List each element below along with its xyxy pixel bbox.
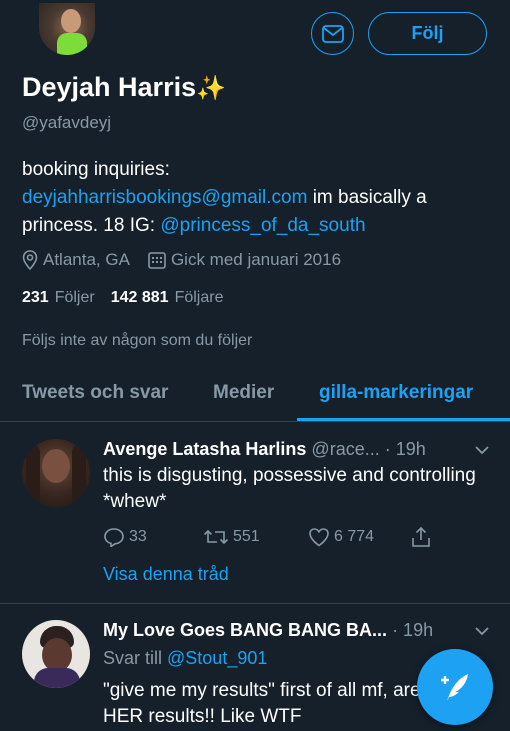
bio-email-link[interactable]: deyjahharrisbookings@gmail.com	[22, 187, 307, 208]
bio-line1: booking inquiries:	[22, 159, 170, 180]
followed-by-text: Följs inte av någon som du följer	[22, 332, 253, 349]
retweet-icon	[203, 529, 229, 545]
location: Atlanta, GA	[22, 250, 130, 270]
tweet-actions: 33 551 6 774	[103, 526, 436, 548]
following-label: Följer	[54, 289, 95, 306]
reply-to-prefix: Svar till	[103, 648, 168, 668]
reply-icon	[104, 528, 124, 547]
chevron-down-icon[interactable]	[474, 445, 490, 455]
followers-label: Följare	[174, 289, 224, 306]
profile-avatar[interactable]	[36, 0, 98, 58]
tweet-header: My Love Goes BANG BANG BA... · 19h	[103, 620, 493, 641]
bio-ig-link[interactable]: @princess_of_da_south	[160, 215, 365, 236]
following-count: 231	[22, 289, 49, 306]
reply-count: 33	[129, 528, 147, 545]
join-date: Gick med januari 2016	[148, 250, 341, 270]
tweet-handle: @race...	[311, 439, 380, 459]
following-stat[interactable]: 231 Följer	[22, 289, 95, 307]
like-count: 6 774	[334, 528, 375, 545]
retweet-action[interactable]: 551	[203, 526, 308, 548]
profile-handle: @yafavdeyj	[22, 113, 112, 132]
tweet-author[interactable]: My Love Goes BANG BANG BA...	[103, 620, 387, 640]
followers-stat[interactable]: 142 881 Följare	[111, 289, 224, 307]
reply-to-handle[interactable]: @Stout_901	[167, 648, 267, 668]
profile-name: Deyjah Harris✨	[22, 72, 226, 103]
tweet[interactable]: Avenge Latasha Harlins @race... · 19h th…	[0, 423, 510, 603]
tweet-time: · 19h	[384, 439, 426, 459]
bio-text-mid1: im basically a	[307, 187, 427, 208]
tweet-avatar[interactable]	[22, 439, 90, 507]
like-action[interactable]: 6 774	[308, 526, 410, 548]
calendar-icon	[148, 252, 166, 269]
compose-feather-icon	[441, 674, 468, 701]
reply-action[interactable]: 33	[103, 526, 203, 548]
location-text: Atlanta, GA	[43, 250, 130, 269]
tab-media[interactable]: Medier	[213, 382, 274, 404]
share-icon	[412, 526, 430, 547]
envelope-icon	[321, 24, 344, 43]
compose-tweet-button[interactable]	[417, 649, 493, 725]
profile-bio: booking inquiries: deyjahharrisbookings@…	[22, 156, 492, 240]
tweet-author[interactable]: Avenge Latasha Harlins	[103, 439, 306, 459]
show-thread-link[interactable]: Visa denna tråd	[103, 564, 229, 585]
tweet-header: Avenge Latasha Harlins @race... · 19h	[103, 439, 493, 460]
follow-button[interactable]: Följ	[368, 12, 487, 55]
profile-name-text: Deyjah Harris	[22, 72, 197, 102]
tweet-avatar[interactable]	[22, 620, 90, 688]
profile-tabs: Tweets och svar Medier gilla-markeringar	[0, 370, 510, 422]
sparkles-emoji: ✨	[196, 75, 226, 102]
tab-tweets-and-replies[interactable]: Tweets och svar	[22, 382, 168, 404]
retweet-count: 551	[233, 528, 260, 545]
chevron-down-icon[interactable]	[474, 626, 490, 636]
location-pin-icon	[22, 250, 38, 270]
tweet-text: this is disgusting, possessive and contr…	[103, 465, 476, 512]
tab-likes[interactable]: gilla-markeringar	[319, 382, 473, 404]
profile-meta: Atlanta, GA Gick med januari 2016	[22, 250, 359, 270]
profile-stats: 231 Följer 142 881 Följare	[22, 289, 239, 307]
bio-text-mid2: princess. 18 IG:	[22, 215, 161, 236]
followers-count: 142 881	[110, 289, 169, 306]
join-date-text: Gick med januari 2016	[170, 250, 342, 269]
heart-icon	[309, 528, 329, 547]
tweet-text: "give me my results" first of all mf, ar…	[103, 680, 421, 727]
active-tab-indicator	[297, 418, 510, 421]
message-button[interactable]	[311, 12, 354, 55]
tweet-time: · 19h	[392, 620, 434, 640]
share-action[interactable]	[410, 526, 436, 548]
